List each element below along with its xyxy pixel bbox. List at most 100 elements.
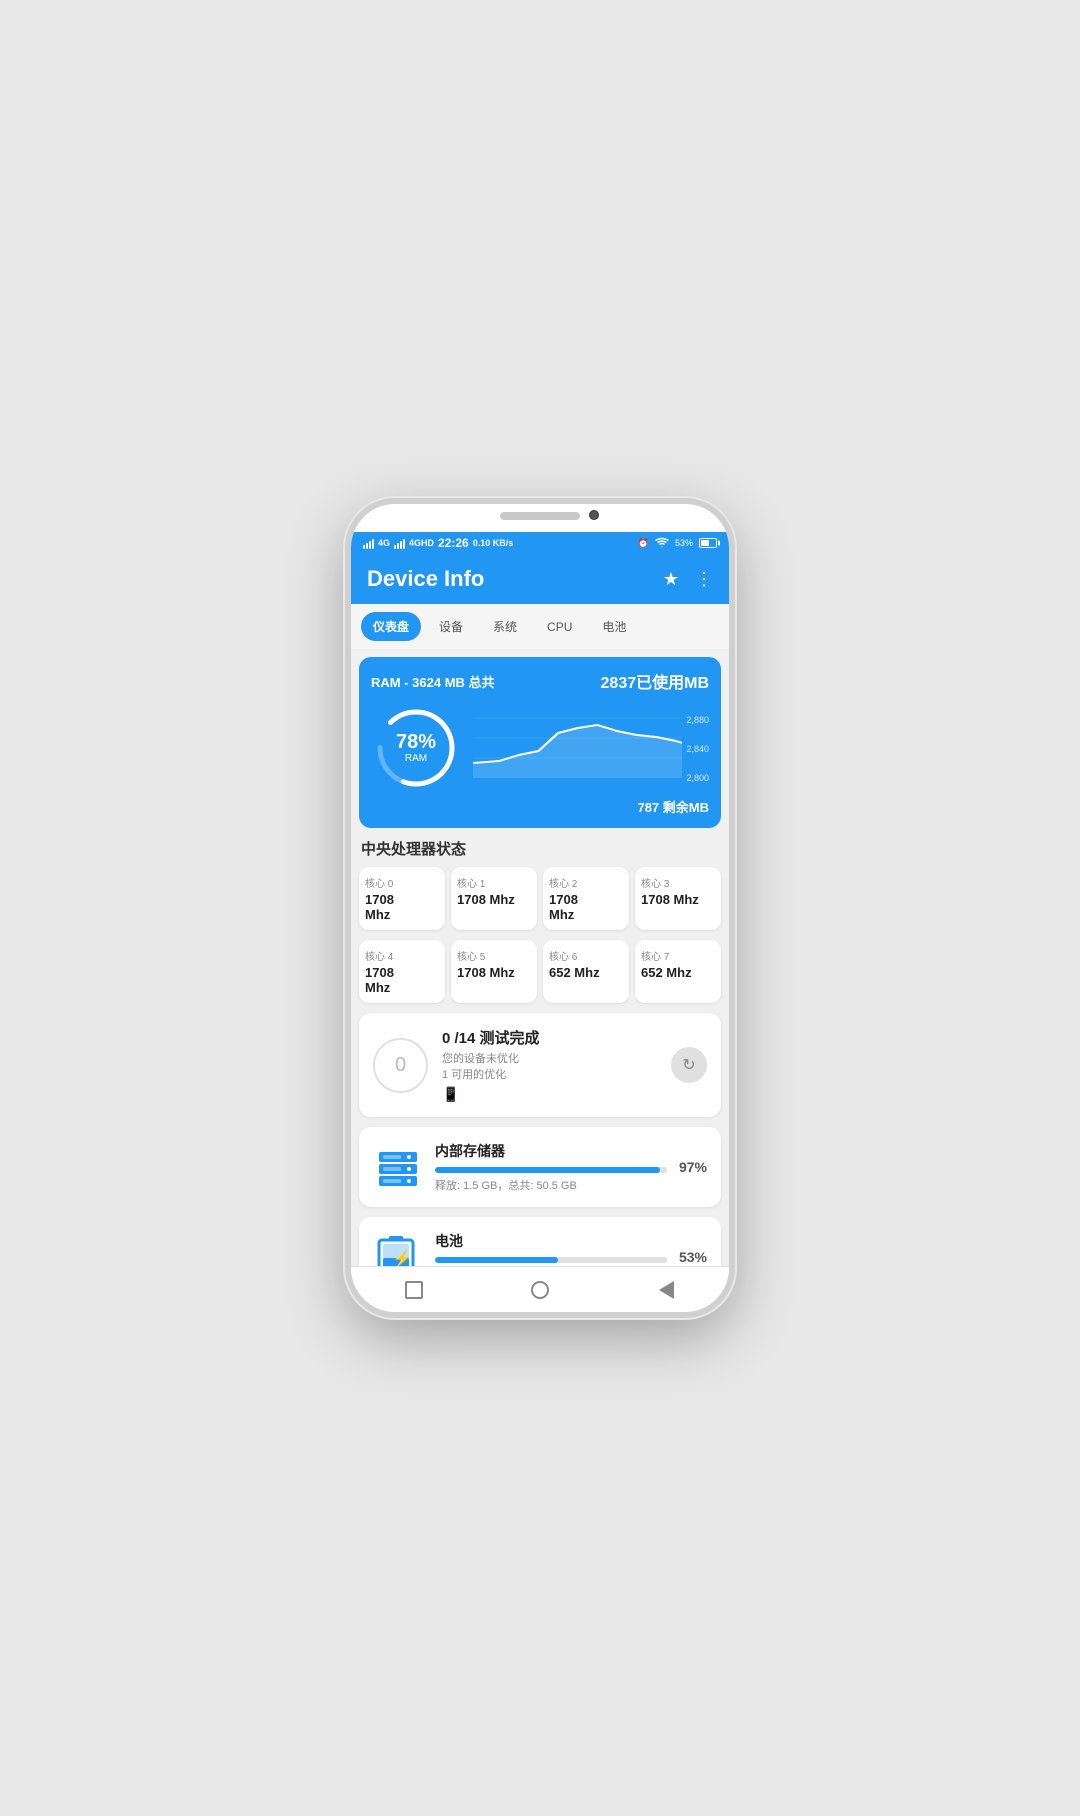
opt-score-value: 0 (395, 1054, 406, 1077)
notch-area (351, 504, 729, 532)
notch (500, 512, 580, 520)
cpu-core-4: 核心 4 1708Mhz (359, 940, 445, 1003)
tab-battery[interactable]: 电池 (590, 612, 638, 641)
home-icon (531, 1281, 549, 1299)
chart-label-0: 2,880 (686, 715, 709, 725)
cpu-core-6: 核心 6 652 Mhz (543, 940, 629, 1003)
back-icon (659, 1281, 674, 1299)
cpu-core-5: 核心 5 1708 Mhz (451, 940, 537, 1003)
core-4-value: 1708Mhz (365, 965, 439, 995)
signal2-label: 4GHD (409, 538, 434, 548)
storage-name: 内部存储器 (435, 1141, 667, 1161)
optimization-card: 0 0 /14 测试完成 您的设备未优化 1 可用的优化 📱 ↻ (359, 1013, 721, 1117)
wifi-icon (655, 537, 669, 549)
battery-title: 电池 (435, 1231, 667, 1251)
battery-svg: ⚡ (375, 1234, 421, 1266)
battery-percent-label: 53% (679, 1249, 707, 1265)
cpu-grid-row2: 核心 4 1708Mhz 核心 5 1708 Mhz 核心 6 652 Mhz … (359, 940, 721, 1003)
core-5-value: 1708 Mhz (457, 965, 531, 980)
scroll-content[interactable]: RAM - 3624 MB 总共 2837已使用MB 78% (351, 649, 729, 1266)
status-right: ⏰ 53% (638, 537, 717, 549)
cpu-grid-row1: 核心 0 1708Mhz 核心 1 1708 Mhz 核心 2 1708Mhz … (359, 867, 721, 930)
core-2-value: 1708Mhz (549, 892, 623, 922)
network-speed: 0.10 KB/s (473, 538, 514, 548)
cpu-section-title: 中央处理器状态 (361, 838, 719, 859)
tab-device[interactable]: 设备 (427, 612, 475, 641)
opt-refresh-button[interactable]: ↻ (671, 1047, 707, 1083)
chart-right-labels: 2,880 2,840 2,800 (686, 713, 709, 783)
core-6-value: 652 Mhz (549, 965, 623, 980)
storage-card: 内部存储器 释放: 1.5 GB，总共: 50.5 GB 97% (359, 1127, 721, 1207)
opt-line1: 您的设备未优化 (442, 1050, 657, 1066)
cpu-core-1: 核心 1 1708 Mhz (451, 867, 537, 930)
ram-gauge: 78% RAM (371, 703, 461, 793)
ram-chart (473, 713, 682, 783)
battery-progress-bg (435, 1257, 667, 1263)
storage-percent: 97% (679, 1159, 707, 1175)
opt-info: 0 /14 测试完成 您的设备未优化 1 可用的优化 📱 (442, 1027, 657, 1103)
status-left: 4G 4GHD 22:26 0.10 KB/s (363, 536, 513, 550)
battery-status-icon (699, 538, 717, 548)
battery-details: 电池 电压: 3684mV，温度: 26 °C (435, 1231, 667, 1266)
header-icons: ★ ⋮ (663, 569, 713, 590)
phone-frame: 4G 4GHD 22:26 0.10 KB/s ⏰ 53% (345, 498, 735, 1318)
storage-free: 释放: 1.5 GB，总共: 50.5 GB (435, 1177, 667, 1193)
nav-recent-button[interactable] (399, 1275, 429, 1305)
battery-card-icon: ⚡ (373, 1232, 423, 1266)
tab-dashboard[interactable]: 仪表盘 (361, 612, 421, 641)
gauge-percent: 78% (396, 732, 436, 752)
core-5-label: 核心 5 (457, 948, 531, 963)
signal-bars2 (394, 537, 405, 549)
cpu-core-3: 核心 3 1708 Mhz (635, 867, 721, 930)
ram-card: RAM - 3624 MB 总共 2837已使用MB 78% (359, 657, 721, 828)
cpu-core-7: 核心 7 652 Mhz (635, 940, 721, 1003)
camera (589, 510, 599, 520)
favorite-button[interactable]: ★ (663, 569, 679, 590)
tab-system[interactable]: 系统 (481, 612, 529, 641)
app-header: Device Info ★ ⋮ (351, 554, 729, 604)
opt-phone-icon: 📱 (442, 1086, 657, 1103)
ram-chart-area: 2,880 2,840 2,800 (473, 713, 709, 783)
battery-card: ⚡ 电池 电压: 3684mV，温度: 26 °C 53% (359, 1217, 721, 1266)
core-6-label: 核心 6 (549, 948, 623, 963)
bottom-nav (351, 1266, 729, 1312)
internal-storage-icon (373, 1142, 423, 1192)
core-0-label: 核心 0 (365, 875, 439, 890)
opt-line2: 1 可用的优化 (442, 1066, 657, 1082)
ram-title: RAM - 3624 MB 总共 (371, 672, 495, 691)
core-7-label: 核心 7 (641, 948, 715, 963)
storage-progress-bg (435, 1167, 667, 1173)
tabs-bar: 仪表盘 设备 系统 CPU 电池 (351, 604, 729, 649)
core-7-value: 652 Mhz (641, 965, 715, 980)
storage-svg (375, 1144, 421, 1190)
core-4-label: 核心 4 (365, 948, 439, 963)
chart-label-1: 2,840 (686, 744, 709, 754)
ram-body: 78% RAM (371, 703, 709, 793)
core-3-value: 1708 Mhz (641, 892, 715, 907)
opt-progress: 0 /14 测试完成 (442, 1027, 657, 1048)
nav-home-button[interactable] (525, 1275, 555, 1305)
storage-details: 内部存储器 释放: 1.5 GB，总共: 50.5 GB (435, 1141, 667, 1193)
battery-fill (701, 540, 709, 546)
core-3-label: 核心 3 (641, 875, 715, 890)
app-title: Device Info (367, 566, 484, 592)
ram-used: 2837已使用MB (601, 669, 709, 693)
menu-button[interactable]: ⋮ (695, 569, 713, 590)
battery-progress-fill (435, 1257, 558, 1263)
ram-remaining: 787 剩余MB (637, 797, 709, 816)
opt-score-circle: 0 (373, 1038, 428, 1093)
signal-label: 4G (378, 538, 390, 548)
status-bar: 4G 4GHD 22:26 0.10 KB/s ⏰ 53% (351, 532, 729, 554)
svg-text:⚡: ⚡ (392, 1249, 412, 1266)
ram-line-chart (473, 713, 682, 778)
time-label: 22:26 (438, 536, 469, 550)
battery-percent: 53% (675, 538, 693, 548)
tab-cpu[interactable]: CPU (535, 614, 584, 640)
core-1-value: 1708 Mhz (457, 892, 531, 907)
storage-progress-fill (435, 1167, 660, 1173)
signal-bars (363, 537, 374, 549)
alarm-icon: ⏰ (638, 538, 649, 549)
cpu-core-0: 核心 0 1708Mhz (359, 867, 445, 930)
gauge-text: 78% RAM (396, 732, 436, 764)
nav-back-button[interactable] (651, 1275, 681, 1305)
